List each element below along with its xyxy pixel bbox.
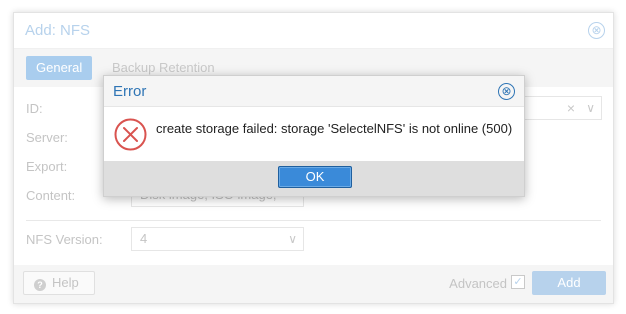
chevron-down-icon: ∨ [586, 101, 595, 115]
add-nfs-header: Add: NFS ⊗ [14, 13, 613, 49]
error-x-circle-icon [114, 118, 147, 151]
error-dialog-title: Error [113, 83, 147, 100]
chevron-down-icon: ∨ [288, 232, 297, 246]
error-dialog-footer: OK [104, 161, 524, 196]
nfs-version-label: NFS Version: [26, 232, 103, 247]
error-dialog-body: create storage failed: storage 'Selectel… [104, 107, 524, 162]
id-label: ID: [26, 101, 43, 116]
help-button: ? Help [23, 271, 95, 295]
server-label: Server: [26, 130, 68, 145]
add-nfs-footer: ? Help Advanced ✓ Add [14, 265, 613, 303]
help-icon: ? [34, 279, 46, 291]
error-dialog-header: Error ⊗ [104, 76, 524, 107]
tab-general: General [26, 56, 93, 80]
export-label: Export: [26, 159, 68, 174]
close-icon[interactable]: ⊗ [498, 83, 515, 100]
clear-icon: × [566, 100, 575, 116]
error-message: create storage failed: storage 'Selectel… [156, 121, 513, 136]
nfs-version-select: 4 ∨ [131, 227, 304, 251]
content-label: Content: [26, 188, 76, 203]
divider [26, 220, 601, 221]
close-icon: ⊗ [588, 22, 605, 39]
advanced-label: Advanced [449, 276, 507, 291]
error-dialog: Error ⊗ create storage failed: storage '… [103, 75, 525, 197]
add-nfs-title: Add: NFS [25, 22, 91, 39]
advanced-checkbox: ✓ [511, 275, 525, 289]
help-label: Help [52, 275, 79, 290]
ok-button[interactable]: OK [278, 166, 352, 188]
nfs-version-value: 4 [140, 231, 148, 246]
add-button: Add [532, 271, 606, 295]
